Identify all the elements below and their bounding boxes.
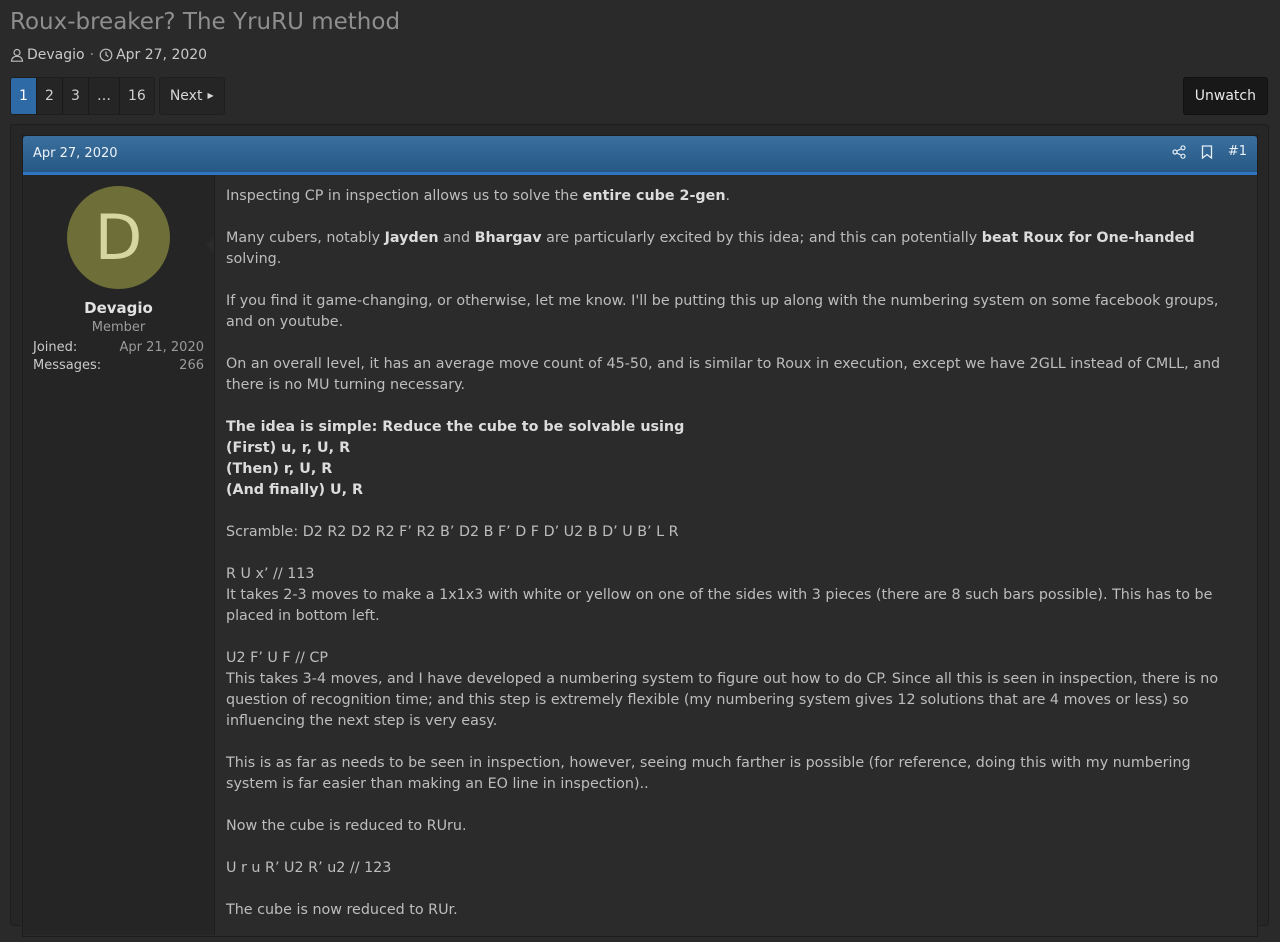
page-list: 1 2 3 … 16 [10,77,155,115]
post: Apr 27, 2020 #1 D Devagio Member Joined:… [22,135,1258,937]
bold-text: (And finally) U, R [226,482,364,498]
bold-text: The idea is simple: Reduce the cube to b… [226,419,685,435]
messages-stat: Messages: 266 [33,358,204,373]
step-description: This takes 3-4 moves, and I have develop… [226,671,1219,729]
bold-text: entire cube 2-gen [582,188,726,204]
bold-text: Jayden [384,230,439,246]
username-link[interactable]: Devagio [23,299,214,317]
step-block: U2 F’ U F // CP This takes 3-4 moves, an… [226,648,1246,732]
paragraph: The cube is now reduced to RUr. [226,902,458,918]
bold-text: (Then) r, U, R [226,461,333,477]
idea-block: The idea is simple: Reduce the cube to b… [226,417,1246,501]
share-icon[interactable] [1172,144,1186,159]
post-header: Apr 27, 2020 #1 [23,136,1257,175]
user-icon [10,48,24,62]
text-run: Many cubers, notably [226,230,385,246]
thread-meta: Devagio · Apr 27, 2020 [10,47,207,63]
page-link-1[interactable]: 1 [11,78,37,114]
bold-text: beat Roux for One-handed [981,230,1195,246]
step-description: It takes 2-3 moves to make a 1x1x3 with … [226,587,1213,624]
next-page-label: Next [169,88,203,104]
bookmark-icon[interactable] [1201,144,1213,159]
next-page-button[interactable]: Next ▶ [158,77,225,115]
step-moves: U2 F’ U F // CP [226,650,328,666]
messages-label: Messages: [33,358,102,373]
paragraph: Many cubers, notably Jayden and Bhargav … [226,228,1246,270]
message-pointer [206,237,214,253]
meta-separator: · [89,47,95,63]
paragraph: This is as far as needs to be seen in in… [226,755,1191,792]
thread-date-link[interactable]: Apr 27, 2020 [116,47,207,63]
post-date-link[interactable]: Apr 27, 2020 [33,146,118,161]
step-moves: R U x’ // 113 [226,566,315,582]
text-run: and [438,230,475,246]
text-run: . [725,188,731,204]
scramble-text: Scramble: D2 R2 D2 R2 F’ R2 B’ D2 B F’ D… [226,524,679,540]
text-run: are particularly excited by this idea; a… [541,230,982,246]
thread-author-link[interactable]: Devagio [27,47,85,63]
thread-title: Roux-breaker? The YruRU method [10,9,401,35]
bold-text: Bhargav [474,230,542,246]
text-run: solving. [226,251,282,267]
messages-value: 266 [179,358,204,373]
joined-value: Apr 21, 2020 [119,340,204,355]
paragraph: On an overall level, it has an average m… [226,356,1221,393]
unwatch-button[interactable]: Unwatch [1182,77,1268,115]
avatar[interactable]: D [67,186,170,289]
paragraph: If you find it game-changing, or otherwi… [226,293,1219,330]
paragraph: Inspecting CP in inspection allows us to… [226,186,1246,207]
caret-right-icon: ▶ [207,91,214,100]
user-sidebar: D Devagio Member Joined: Apr 21, 2020 Me… [23,175,215,935]
pagination: 1 2 3 … 16 Next ▶ [10,77,225,115]
user-title: Member [91,320,146,335]
post-number-link[interactable]: #1 [1228,144,1247,159]
step-block: R U x’ // 113 It takes 2-3 moves to make… [226,564,1246,627]
paragraph: U r u R’ U2 R’ u2 // 123 [226,860,392,876]
page-jump-ellipsis[interactable]: … [89,78,120,114]
bold-text: (First) u, r, U, R [226,440,351,456]
joined-stat: Joined: Apr 21, 2020 [33,340,204,355]
paragraph: Now the cube is reduced to RUru. [226,818,467,834]
page-link-2[interactable]: 2 [37,78,63,114]
joined-label: Joined: [33,340,78,355]
post-actions: #1 [1172,144,1247,159]
page-link-3[interactable]: 3 [63,78,89,114]
clock-icon [99,48,113,62]
text-run: Inspecting CP in inspection allows us to… [226,188,583,204]
page-link-16[interactable]: 16 [120,78,154,114]
post-body: Inspecting CP in inspection allows us to… [226,186,1246,942]
